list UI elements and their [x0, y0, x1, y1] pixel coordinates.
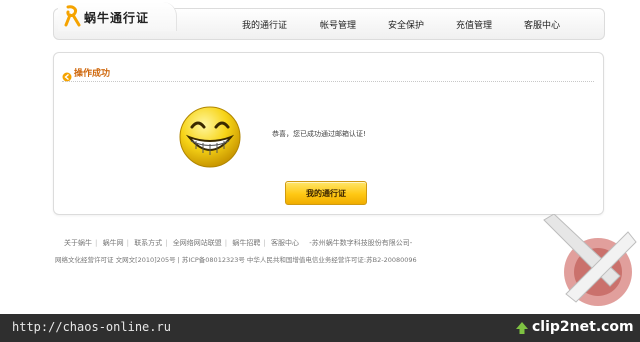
success-message: 恭喜，您已成功通过邮箱认证! — [272, 130, 366, 138]
nav-my-passport[interactable]: 我的通行证 — [242, 18, 287, 31]
my-passport-button[interactable]: 我的通行证 — [285, 181, 367, 205]
footer-separator: | — [126, 239, 129, 247]
footer-link-about[interactable]: 关于蜗牛 — [64, 239, 92, 247]
footer-link-jobs[interactable]: 蜗牛招聘 — [232, 239, 260, 247]
watermark-brand-text: clip2net.com — [532, 319, 634, 335]
footer-link-alliance[interactable]: 全网络网站联盟 — [173, 239, 222, 247]
footer-company: -苏州蜗牛数字科技股份有限公司- — [309, 239, 413, 247]
footer-separator: | — [165, 239, 168, 247]
watermark-url: http://chaos-online.ru — [12, 320, 171, 334]
watermark-bar: http://chaos-online.ru clip2net.com — [0, 314, 640, 342]
panel-divider — [62, 81, 594, 82]
footer-link-contact[interactable]: 联系方式 — [134, 239, 162, 247]
footer-separator: | — [224, 239, 228, 247]
panel-title: 操作成功 — [74, 69, 111, 79]
footer-link-snail-net[interactable]: 蜗牛网 — [103, 239, 124, 247]
arrow-bullet-icon — [62, 67, 72, 82]
nav-account-management[interactable]: 帐号管理 — [320, 18, 356, 31]
main-nav: 我的通行证 帐号管理 安全保护 充值管理 客服中心 — [0, 18, 640, 32]
nav-security-protection[interactable]: 安全保护 — [388, 18, 424, 31]
smiley-face-icon — [178, 105, 242, 169]
nav-customer-service[interactable]: 客服中心 — [524, 18, 560, 31]
footer-separator: | — [95, 239, 98, 247]
footer-links: 关于蜗牛 | 蜗牛网 | 联系方式 | 全网络网站联盟 | 蜗牛招聘 | 客服中心 -苏州… — [64, 238, 412, 248]
footer-license: 网络文化经营许可证 文网文[2010]205号 | 苏ICP备08012323号… — [55, 256, 417, 264]
upload-arrow-icon — [515, 320, 529, 334]
nav-recharge-management[interactable]: 充值管理 — [456, 18, 492, 31]
footer-link-customer-service[interactable]: 客服中心 — [271, 239, 299, 247]
decorative-graphic-icon — [536, 213, 640, 314]
footer-separator: | — [263, 239, 266, 247]
